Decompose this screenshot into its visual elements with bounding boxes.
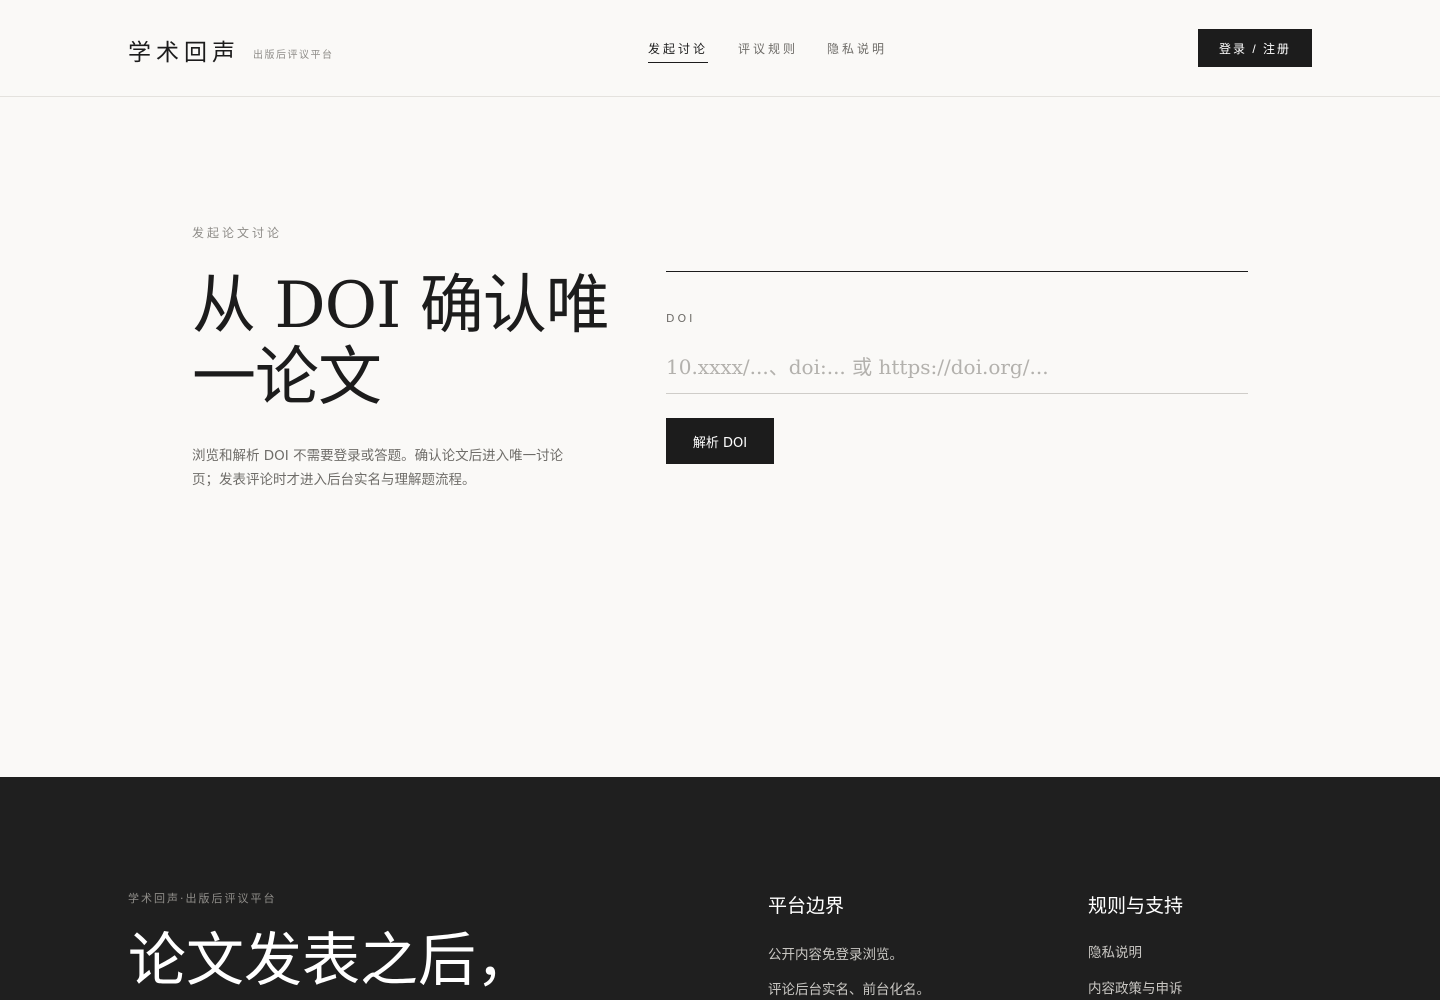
- footer-link-content-policy[interactable]: 内容政策与申诉: [1088, 977, 1183, 997]
- footer-heading-platform-boundary: 平台边界: [768, 895, 845, 917]
- form-divider: [666, 271, 1248, 272]
- login-register-button[interactable]: 登录 / 注册: [1198, 29, 1312, 67]
- site-footer: 学术回声·出版后评议平台 论文发表之后， 平台边界 公开内容免登录浏览。 评论后…: [0, 777, 1440, 1000]
- footer-link-privacy[interactable]: 隐私说明: [1088, 941, 1142, 961]
- brand-logo[interactable]: 学术回声: [128, 33, 240, 67]
- hero-description: 浏览和解析 DOI 不需要登录或答题。确认论文后进入唯一讨论页；发表评论时才进入…: [192, 448, 564, 488]
- parse-doi-button[interactable]: 解析 DOI: [666, 418, 774, 464]
- hero-eyebrow: 发起论文讨论: [192, 226, 283, 240]
- doi-input[interactable]: [666, 340, 1248, 394]
- footer-text: 评论后台实名、前台化名。: [768, 982, 930, 998]
- footer-heading-rules-support: 规则与支持: [1088, 895, 1184, 917]
- nav-label: 评议规则: [738, 42, 799, 56]
- footer-text: 公开内容免登录浏览。: [768, 947, 903, 963]
- brand-subtitle: 出版后评议平台: [253, 50, 334, 61]
- nav-label: 隐私说明: [827, 42, 888, 56]
- nav-item-privacy[interactable]: 隐私说明: [827, 40, 887, 57]
- page-title: 从 DOI 确认唯一论文: [192, 269, 610, 415]
- nav-item-review-rules[interactable]: 评议规则: [738, 40, 798, 57]
- site-header: 学术回声 出版后评议平台 发起讨论 评议规则 隐私说明 登录 / 注册: [0, 0, 1440, 97]
- nav-label: 发起讨论: [648, 40, 709, 63]
- footer-eyebrow: 学术回声·出版后评议平台: [128, 892, 277, 905]
- doi-label: DOI: [666, 312, 696, 325]
- footer-title: 论文发表之后，: [128, 926, 535, 994]
- nav-item-start-discussion[interactable]: 发起讨论: [648, 40, 709, 63]
